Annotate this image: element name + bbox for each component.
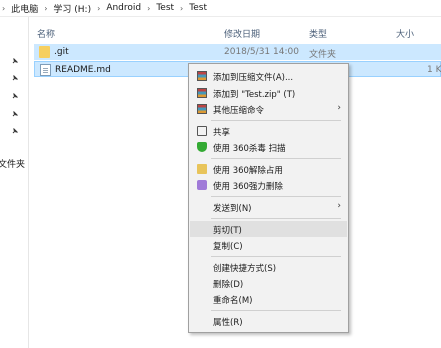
360-unlock-icon [197,164,207,174]
menu-separator [211,120,341,121]
pin-icon[interactable] [12,111,18,117]
context-menu: 添加到压缩文件(A)... 添加到 "Test.zip" (T) 其他压缩命令 … [188,63,349,333]
nav-item-folder[interactable]: 文件夹 [0,157,25,170]
folder-icon [39,46,50,58]
breadcrumb-item-this-pc[interactable]: 此电脑 [11,2,38,15]
360-shield-icon [197,142,207,152]
winrar-icon [197,104,207,114]
file-row[interactable]: .git 2018/5/31 14:00 文件夹 [34,44,441,60]
pin-icon[interactable] [12,75,18,81]
breadcrumb-separator-icon: › [147,3,151,13]
winrar-icon [197,71,207,81]
menu-separator [211,256,341,257]
menu-item-cut[interactable]: 剪切(T) [190,221,347,237]
menu-item-share[interactable]: 共享 [190,123,347,139]
breadcrumb-item-test-current[interactable]: Test [189,3,207,13]
file-date: 2018/5/31 14:00 [224,47,299,57]
menu-item-properties[interactable]: 属性(R) [190,313,347,329]
share-icon [197,126,207,136]
submenu-arrow-icon: › [337,103,341,113]
breadcrumb: › 此电脑 › 学习 (H:) › Android › Test › Test [0,0,441,17]
file-size: 1 KB [427,65,441,75]
column-headers: 名称 修改日期 类型 大小 [29,17,441,45]
menu-item-360-force-delete[interactable]: 使用 360强力删除 [190,177,347,193]
winrar-icon [197,88,207,98]
menu-separator [211,196,341,197]
menu-item-other-compression[interactable]: 其他压缩命令 › [190,101,347,117]
breadcrumb-separator-icon: › [97,3,101,13]
submenu-arrow-icon: › [337,201,341,211]
pin-icon[interactable] [12,128,18,134]
menu-item-create-shortcut[interactable]: 创建快捷方式(S) [190,259,347,275]
breadcrumb-item-android[interactable]: Android [106,3,141,13]
menu-item-delete[interactable]: 删除(D) [190,275,347,291]
menu-item-add-to-test-zip[interactable]: 添加到 "Test.zip" (T) [190,85,347,101]
column-header-size[interactable]: 大小 [396,27,414,40]
document-icon [40,64,51,76]
menu-item-rename[interactable]: 重命名(M) [190,291,347,307]
column-header-name[interactable]: 名称 [37,27,55,40]
breadcrumb-separator-icon: › [180,3,184,13]
column-header-date[interactable]: 修改日期 [224,27,260,40]
menu-item-send-to[interactable]: 发送到(N) › [190,199,347,215]
menu-item-360-unlock[interactable]: 使用 360解除占用 [190,161,347,177]
column-header-type[interactable]: 类型 [309,27,327,40]
menu-item-copy[interactable]: 复制(C) [190,237,347,253]
file-type: 文件夹 [309,50,337,60]
menu-item-add-to-archive[interactable]: 添加到压缩文件(A)... [190,68,347,84]
file-name: .git [54,47,69,57]
breadcrumb-separator-icon: › [2,3,6,13]
pin-icon[interactable] [12,58,18,64]
pin-icon[interactable] [12,93,18,99]
breadcrumb-item-drive[interactable]: 学习 (H:) [53,2,91,15]
menu-separator [211,158,341,159]
menu-separator [211,310,341,311]
360-delete-icon [197,180,207,190]
menu-separator [211,218,341,219]
breadcrumb-item-test[interactable]: Test [156,3,174,13]
file-name: README.md [55,65,111,75]
navigation-pane: 文件夹 [0,17,29,348]
breadcrumb-separator-icon: › [44,3,48,13]
menu-item-360-scan[interactable]: 使用 360杀毒 扫描 [190,139,347,155]
